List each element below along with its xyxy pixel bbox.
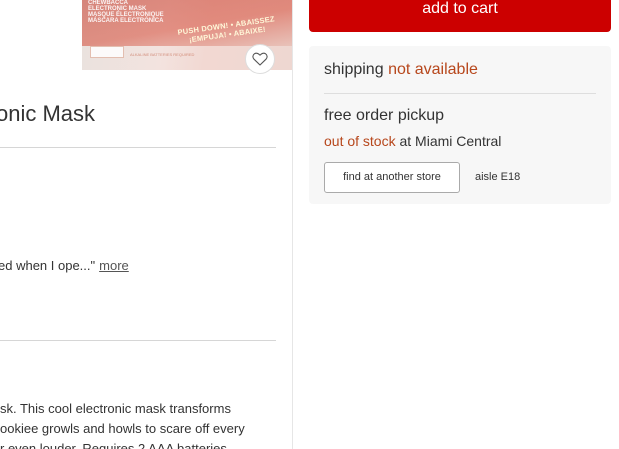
- add-to-cart-label: add to cart: [422, 0, 498, 17]
- description-line: r even louder. Requires 2 AAA batteries: [0, 441, 227, 449]
- package-footer-text: ALKALINE BATTERIES REQUIRED: [130, 52, 195, 57]
- package-badge: [90, 46, 124, 58]
- aisle-location: aisle E18: [475, 171, 521, 183]
- stock-status: out of stock: [324, 133, 396, 149]
- panel-divider: [324, 93, 596, 94]
- product-description: sk. This cool electronic mask transforms…: [0, 399, 276, 449]
- review-more-link[interactable]: more: [99, 258, 129, 273]
- section-divider: [0, 147, 276, 148]
- description-line: sk. This cool electronic mask transforms: [0, 401, 231, 416]
- description-line: ookiee growls and howls to scare off eve…: [0, 421, 245, 436]
- add-to-cart-button[interactable]: add to cart: [309, 0, 611, 32]
- heart-icon: [252, 52, 268, 66]
- review-snippet: ed when I ope..." more: [0, 258, 129, 273]
- stock-location: at Miami Central: [399, 133, 502, 149]
- shipping-status: not available: [388, 61, 478, 78]
- shipping-line: shipping not available: [324, 61, 478, 79]
- pickup-title: free order pickup: [324, 107, 445, 124]
- column-divider: [292, 0, 293, 449]
- product-title: onic Mask: [0, 101, 96, 126]
- package-footer: ALKALINE BATTERIES REQUIRED: [90, 46, 240, 66]
- favorite-button[interactable]: [245, 44, 275, 74]
- package-brand-text: CHEWBACCA ELECTRONIC MASK MASQUE ÉLECTRO…: [88, 0, 164, 24]
- fulfillment-panel: shipping not available free order pickup…: [309, 46, 611, 204]
- shipping-label: shipping: [324, 61, 384, 78]
- section-divider: [0, 340, 276, 341]
- review-text: ed when I ope...": [0, 258, 96, 273]
- find-another-store-button[interactable]: find at another store: [324, 162, 460, 193]
- stock-line: out of stock at Miami Central: [324, 133, 501, 149]
